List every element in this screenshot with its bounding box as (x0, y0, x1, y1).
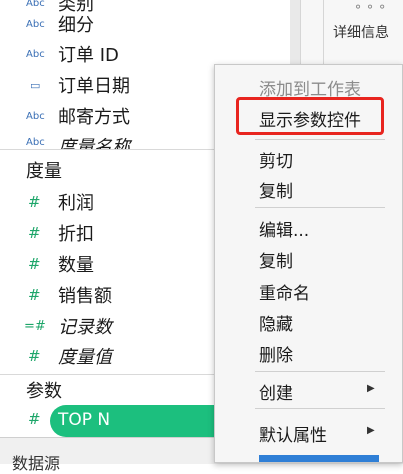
field-label: 数量 (58, 255, 94, 276)
field-label: 记录数 (58, 317, 112, 338)
menu-item-highlight[interactable] (259, 455, 379, 462)
menu-separator (255, 408, 385, 409)
abc-icon: Abc (26, 48, 45, 60)
abc-icon: Abc (26, 137, 45, 148)
menu-item-duplicate[interactable]: 复制 (259, 247, 293, 272)
number-icon: # (28, 410, 41, 428)
submenu-arrow-icon: ▶ (367, 425, 375, 436)
tab-data-source[interactable]: 数据源 (12, 450, 60, 474)
number-icon: # (28, 193, 41, 211)
field-label: 细分 (58, 15, 94, 36)
number-icon: # (28, 286, 41, 304)
menu-separator (255, 371, 385, 372)
field-row-dimension[interactable]: Abc 细分 (0, 9, 290, 39)
field-label: 度量值 (58, 347, 112, 368)
dots-icon[interactable]: ⚬⚬⚬ (353, 0, 389, 14)
field-label: 销售额 (58, 286, 112, 307)
measures-heading: 度量 (26, 161, 62, 182)
menu-item-delete[interactable]: 删除 (259, 341, 293, 366)
number-icon: # (28, 224, 41, 242)
field-label: 邮寄方式 (58, 107, 130, 128)
panel-divider (323, 0, 324, 70)
menu-item-cut[interactable]: 剪切 (259, 147, 293, 172)
parameters-heading: 参数 (26, 381, 62, 402)
field-label: 度量名称 (58, 137, 130, 149)
menu-separator (255, 139, 385, 140)
number-icon: # (28, 255, 41, 273)
menu-item-create[interactable]: 创建 (259, 379, 293, 404)
abc-icon: Abc (26, 110, 45, 122)
menu-separator (255, 207, 385, 208)
abc-icon: Abc (26, 0, 45, 9)
field-label: 订单 ID (58, 45, 119, 66)
number-icon: # (28, 347, 41, 365)
calendar-icon: ▭ (30, 78, 41, 92)
parameter-label: TOP N (58, 410, 111, 430)
calculated-number-icon: =# (24, 318, 46, 334)
menu-item-hide[interactable]: 隐藏 (259, 310, 293, 335)
submenu-arrow-icon: ▶ (367, 383, 375, 394)
field-label: 利润 (58, 193, 94, 214)
menu-item-edit[interactable]: 编辑... (259, 216, 309, 241)
field-label: 订单日期 (58, 76, 130, 97)
field-label: 折扣 (58, 224, 94, 245)
abc-icon: Abc (26, 18, 45, 30)
menu-item-rename[interactable]: 重命名 (259, 279, 310, 304)
menu-item-copy[interactable]: 复制 (259, 177, 293, 202)
menu-item-default-properties[interactable]: 默认属性 (259, 421, 327, 446)
annotation-highlight-box (236, 97, 384, 135)
detail-button[interactable]: 详细信息 (333, 22, 389, 42)
